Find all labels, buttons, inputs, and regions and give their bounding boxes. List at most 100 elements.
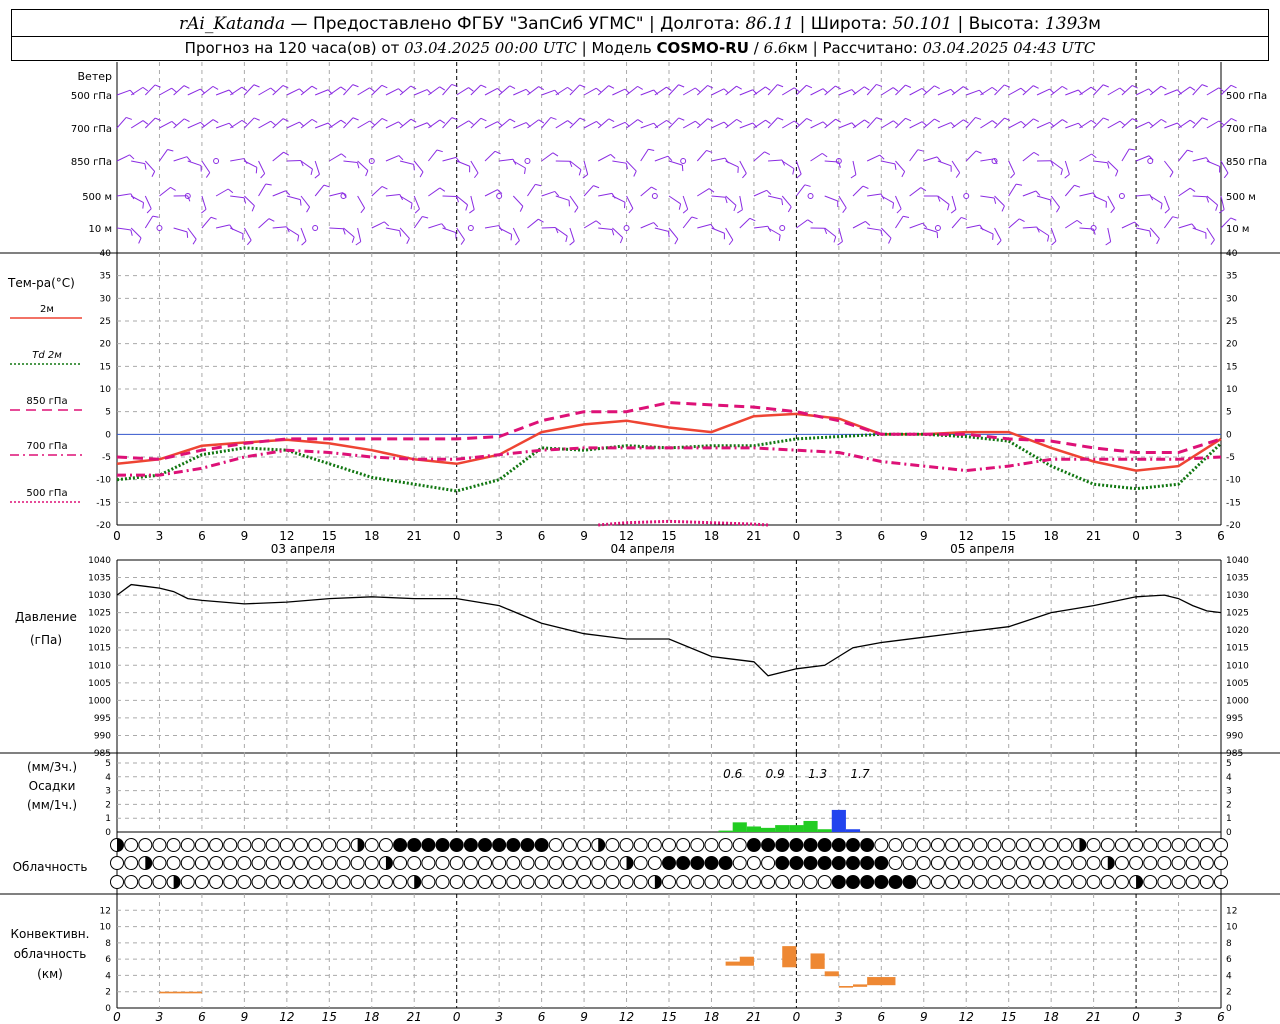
conv-xtick: 12: [619, 1010, 634, 1024]
wind-barb-staff: [527, 184, 536, 197]
wind-barb-flag: [807, 219, 814, 224]
wind-barb-staff: [965, 150, 977, 162]
wind-barb-flag: [142, 86, 149, 92]
wind-barb-staff: [541, 190, 556, 197]
conv-ytick-left: 4: [105, 971, 111, 981]
wind-barb-staff: [329, 153, 342, 162]
pressure-ytick-right: 1025: [1226, 609, 1249, 619]
wind-barb-staff: [258, 218, 270, 229]
wind-barb-staff: [442, 227, 456, 234]
cloud-cover-symbol: [138, 838, 153, 852]
wind-barb-flag: [619, 237, 624, 244]
wind-barb-staff: [1192, 227, 1207, 234]
cloud-cover-symbol: [1157, 875, 1172, 889]
wind-barb-flag: [596, 87, 602, 93]
cloud-cover-symbol: [1114, 838, 1129, 852]
conv-ytick-right: 6: [1226, 955, 1232, 965]
wind-calm-circle: [1147, 158, 1154, 164]
wind-barb-staff: [1163, 195, 1170, 210]
convective-bar: [739, 956, 754, 966]
cloud-cover-symbol: [1171, 838, 1186, 852]
wind-barb-staff: [654, 227, 669, 232]
cloud-cover-symbol: [605, 838, 620, 852]
wind-barb-staff: [116, 154, 130, 162]
wind-barb-flag: [728, 239, 734, 246]
conv-ytick-right: 4: [1226, 971, 1232, 981]
cloud-cover-symbol: [831, 838, 846, 852]
wind-barb-flag: [253, 84, 260, 88]
wind-barb-staff: [357, 120, 370, 129]
wind-barb-staff: [456, 227, 465, 240]
wind-barb-staff: [880, 227, 892, 239]
wind-barb-staff: [951, 119, 964, 129]
wind-barb-staff: [1079, 119, 1092, 129]
wind-barb-flag: [554, 191, 560, 197]
wind-barb-staff: [682, 216, 693, 229]
pressure-ytick-right: 1005: [1226, 679, 1249, 689]
wind-barb-staff: [1135, 227, 1150, 232]
cloud-cover-symbol: [619, 838, 634, 852]
wind-level-label-left: 500 м: [82, 192, 112, 203]
wind-barb-flag: [255, 167, 258, 174]
cloud-cover-symbol: [180, 856, 195, 870]
wind-barb-flag: [1115, 170, 1119, 177]
wind-barb-flag: [1189, 187, 1196, 193]
cloud-cover-symbol: [1199, 856, 1214, 870]
wind-barb-staff: [824, 195, 838, 202]
wind-barb-staff: [626, 85, 638, 96]
wind-barb-flag: [934, 85, 940, 90]
cloud-cover-symbol: [308, 838, 323, 852]
cloud-cover-symbol: [973, 875, 988, 889]
wind-barb-staff: [385, 194, 400, 197]
wind-barb-staff: [1206, 120, 1220, 129]
wind-barb-staff: [640, 122, 655, 129]
wind-barb-flag: [567, 120, 573, 125]
cloud-cover-symbol: [732, 838, 747, 852]
wind-barb-flag: [837, 241, 843, 246]
wind-barb-flag: [1119, 120, 1125, 126]
wind-barb-staff: [371, 186, 383, 197]
wind-barb-staff: [937, 122, 952, 129]
wind-barb-staff: [414, 89, 428, 96]
wind-barb-staff: [640, 186, 652, 197]
cloud-cover-symbol: [1157, 856, 1172, 870]
wind-barb-flag: [340, 86, 347, 91]
wind-barb-flag: [469, 209, 475, 214]
wind-barb-staff: [399, 118, 412, 129]
wind-barb-flag: [975, 116, 982, 120]
cloud-cover-symbol: [478, 838, 492, 852]
wind-barb-flag: [835, 85, 841, 90]
wind-barb-staff: [428, 86, 441, 96]
wind-barb-staff: [329, 119, 342, 129]
cloud-cover-symbol: [1044, 856, 1059, 870]
wind-barb-staff: [329, 86, 342, 96]
wind-barb-flag: [574, 207, 579, 213]
wind-barb-flag: [1001, 205, 1005, 212]
wind-barb-staff: [626, 160, 637, 172]
wind-barb-staff: [173, 156, 188, 162]
wind-barb-flag: [678, 84, 685, 88]
temp-ytick-left: 30: [100, 294, 112, 304]
cloud-cover-symbol: [959, 856, 974, 870]
pressure-ytick-left: 1030: [88, 591, 111, 601]
wind-barb-staff: [1065, 219, 1078, 229]
wind-barb-staff: [1121, 148, 1130, 162]
cloud-cover-symbol: [393, 838, 408, 852]
day-label: 03 апреля: [271, 542, 335, 556]
wind-barb-staff: [357, 160, 369, 171]
temp-ytick-right: 30: [1226, 294, 1238, 304]
wind-barb-staff: [1149, 118, 1162, 129]
conv-ytick-left: 12: [100, 906, 111, 916]
wind-barb-flag: [1156, 238, 1160, 245]
cloud-cover-symbol: [194, 875, 209, 889]
wind-barb-staff: [597, 153, 611, 162]
cloud-cover-symbol: [860, 838, 875, 852]
wind-barb-flag: [1060, 169, 1063, 176]
wind-barb-staff: [994, 195, 1005, 207]
wind-barb-staff: [951, 160, 961, 174]
wind-barb-staff: [711, 88, 725, 96]
wind-barb-flag: [299, 121, 305, 127]
wind-barb-flag: [441, 223, 446, 229]
wind-barb-staff: [187, 121, 201, 129]
wind-barb-flag: [299, 88, 305, 94]
